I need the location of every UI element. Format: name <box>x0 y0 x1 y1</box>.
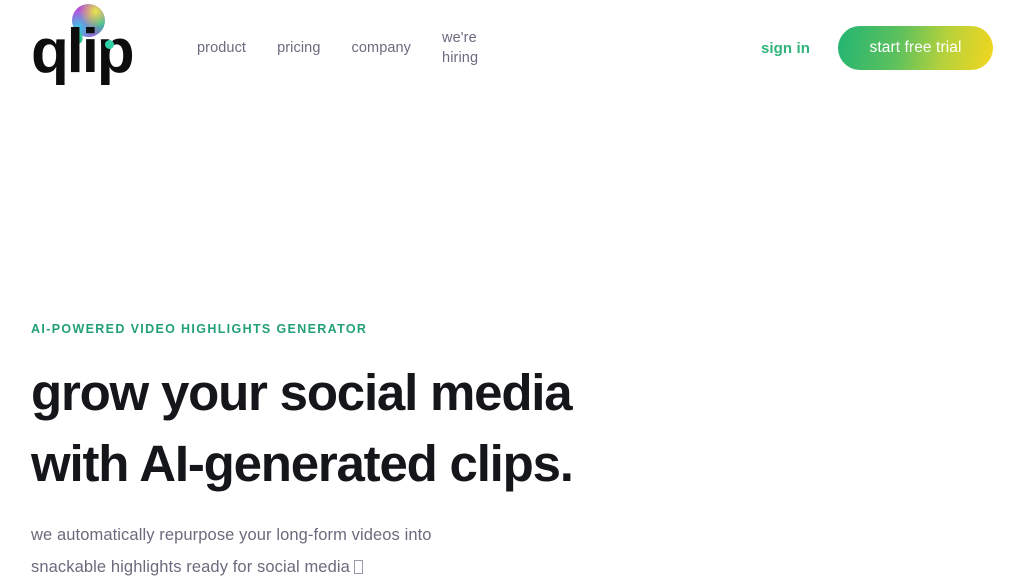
site-header: qlip product pricing company we're hirin… <box>0 0 1024 96</box>
start-free-trial-button[interactable]: start free trial <box>838 26 993 70</box>
header-actions: sign in start free trial <box>761 0 993 96</box>
missing-glyph-icon <box>353 560 363 574</box>
main-navigation: product pricing company we're hiring <box>197 0 478 96</box>
hero-subheading-line2-text: snackable highlights ready for social me… <box>31 558 350 576</box>
logo-wordmark: qlip <box>31 17 135 86</box>
hero-headline: grow your social media with AI-generated… <box>31 357 731 499</box>
nav-hiring-line2: hiring <box>442 50 479 66</box>
nav-item-company[interactable]: company <box>352 40 412 56</box>
hero-eyebrow: AI-POWERED VIDEO HIGHLIGHTS GENERATOR <box>31 322 368 336</box>
nav-hiring-line1: we're <box>442 30 477 46</box>
nav-item-product[interactable]: product <box>197 40 246 56</box>
hero-headline-line1: grow your social media <box>31 364 573 421</box>
hero-subheading-line2: snackable highlights ready for social me… <box>31 551 731 583</box>
hero-section: AI-POWERED VIDEO HIGHLIGHTS GENERATOR gr… <box>31 322 731 583</box>
hero-subheading-line1: we automatically repurpose your long-for… <box>31 526 432 544</box>
logo[interactable]: qlip <box>31 4 141 92</box>
nav-item-pricing[interactable]: pricing <box>277 40 320 56</box>
hero-headline-line2: with AI-generated clips. <box>31 435 574 492</box>
nav-item-were-hiring[interactable]: we're hiring <box>442 28 478 68</box>
logo-i-dot-icon <box>105 40 114 49</box>
hero-subheading: we automatically repurpose your long-for… <box>31 519 731 583</box>
sign-in-link[interactable]: sign in <box>761 40 810 57</box>
